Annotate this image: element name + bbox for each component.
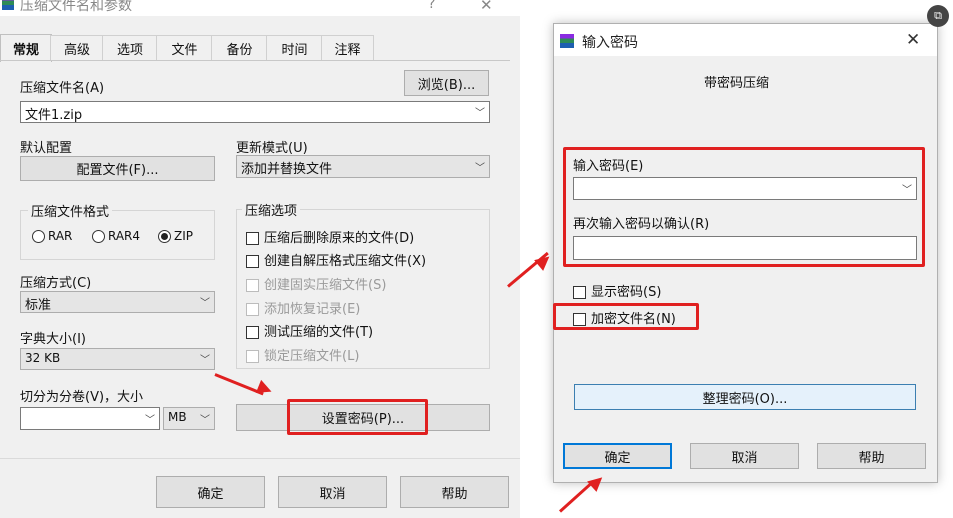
- default-profile-label: 默认配置: [20, 141, 73, 156]
- option-recovery: 添加恢复记录(E): [246, 298, 360, 317]
- chevron-down-icon: ﹀: [200, 354, 210, 366]
- chevron-down-icon: ﹀: [475, 107, 485, 119]
- option-label: 锁定压缩文件(L): [264, 349, 360, 364]
- close-icon[interactable]: ✕: [906, 30, 920, 50]
- split-size-input[interactable]: ﹀: [20, 407, 160, 430]
- chevron-down-icon: ﹀: [475, 162, 485, 174]
- help-icon[interactable]: ?: [428, 0, 435, 12]
- radio-selected-icon: [158, 230, 171, 243]
- method-select[interactable]: 标准 ﹀: [20, 291, 215, 313]
- checkbox-icon: [246, 255, 259, 268]
- tab-backup[interactable]: 备份: [211, 35, 268, 61]
- checkbox-icon: [246, 279, 259, 292]
- help-button[interactable]: 帮助: [400, 476, 509, 508]
- option-label: 测试压缩的文件(T): [264, 325, 374, 340]
- ok-button[interactable]: 确定: [156, 476, 265, 508]
- tab-strip: 常规 高级 选项 文件 备份 时间 注释: [0, 34, 520, 62]
- dict-select[interactable]: 32 KB ﹀: [20, 348, 215, 370]
- winrar-icon: [2, 0, 14, 10]
- archive-name-input[interactable]: 文件1.zip ﹀: [20, 101, 490, 123]
- format-group-title: 压缩文件格式: [28, 201, 113, 220]
- format-radio-rar4[interactable]: RAR4: [92, 229, 140, 244]
- option-label: 压缩后删除原来的文件(D): [264, 231, 415, 246]
- checkbox-icon: [573, 286, 586, 299]
- chevron-down-icon: ﹀: [200, 414, 210, 426]
- update-mode-select[interactable]: 添加并替换文件 ﹀: [236, 155, 490, 178]
- tab-files[interactable]: 文件: [156, 35, 213, 61]
- highlight-password-fields: [563, 147, 925, 267]
- tab-panel-border: [0, 60, 510, 61]
- highlight-set-password: [287, 399, 428, 435]
- archive-name-label: 压缩文件名(A): [20, 81, 105, 96]
- tab-advanced[interactable]: 高级: [50, 35, 104, 61]
- option-solid: 创建固实压缩文件(S): [246, 274, 386, 293]
- option-label: 创建自解压格式压缩文件(X): [264, 254, 427, 269]
- browse-button[interactable]: 浏览(B)...: [404, 70, 489, 96]
- method-value: 标准: [25, 298, 52, 313]
- option-lock: 锁定压缩文件(L): [246, 345, 359, 364]
- profiles-button[interactable]: 配置文件(F)...: [20, 156, 215, 181]
- pwd-cancel-button[interactable]: 取消: [690, 443, 799, 469]
- organize-passwords-button[interactable]: 整理密码(O)...: [574, 384, 916, 410]
- option-label: 添加恢复记录(E): [264, 302, 361, 317]
- pwd-title-bar: 输入密码 ✕: [554, 24, 937, 56]
- update-mode-label: 更新模式(U): [236, 141, 308, 156]
- update-mode-value: 添加并替换文件: [241, 162, 333, 177]
- radio-label: RAR4: [108, 229, 141, 243]
- option-label: 创建固实压缩文件(S): [264, 278, 387, 293]
- dict-value: 32 KB: [25, 351, 61, 365]
- radio-label: ZIP: [174, 229, 193, 243]
- format-radio-zip[interactable]: ZIP: [158, 229, 193, 244]
- radio-icon: [92, 230, 105, 243]
- cancel-button[interactable]: 取消: [278, 476, 387, 508]
- split-label: 切分为分卷(V)，大小: [20, 390, 144, 405]
- option-test[interactable]: 测试压缩的文件(T): [246, 321, 373, 340]
- checkbox-label: 显示密码(S): [591, 285, 662, 300]
- option-delete-after[interactable]: 压缩后删除原来的文件(D): [246, 227, 414, 246]
- split-unit-select[interactable]: MB ﹀: [163, 407, 215, 430]
- bottom-divider: [0, 458, 520, 459]
- dialog-title: 压缩文件名和参数: [20, 0, 132, 14]
- option-create-sfx[interactable]: 创建自解压格式压缩文件(X): [246, 250, 426, 269]
- winrar-icon: [560, 34, 574, 48]
- split-unit-value: MB: [168, 410, 187, 424]
- archive-name-value: 文件1.zip: [25, 108, 83, 123]
- title-bar: 压缩文件名和参数 ? ✕: [0, 0, 520, 16]
- options-group-title: 压缩选项: [242, 200, 301, 219]
- method-label: 压缩方式(C): [20, 276, 92, 291]
- chevron-down-icon: ﹀: [145, 414, 155, 426]
- close-icon[interactable]: ✕: [480, 0, 493, 14]
- radio-icon: [32, 230, 45, 243]
- dict-label: 字典大小(I): [20, 332, 86, 347]
- show-password-checkbox[interactable]: 显示密码(S): [573, 281, 661, 300]
- tab-options[interactable]: 选项: [102, 35, 158, 61]
- radio-label: RAR: [48, 229, 73, 243]
- checkbox-icon: [246, 350, 259, 363]
- pwd-help-button[interactable]: 帮助: [817, 443, 926, 469]
- checkbox-icon: [246, 326, 259, 339]
- tab-comment[interactable]: 注释: [321, 35, 374, 61]
- arrowhead-icon: [534, 251, 554, 271]
- tab-time[interactable]: 时间: [266, 35, 323, 61]
- pwd-ok-button[interactable]: 确定: [563, 443, 672, 469]
- pwd-subtitle: 带密码压缩: [704, 76, 770, 91]
- chevron-down-icon: ﹀: [200, 297, 210, 309]
- archive-params-dialog: 压缩文件名和参数 ? ✕ 常规 高级 选项 文件 备份 时间 注释 压缩文件名(…: [0, 0, 520, 518]
- checkbox-icon: [246, 232, 259, 245]
- checkbox-icon: [246, 303, 259, 316]
- pwd-dialog-title: 输入密码: [582, 35, 638, 51]
- format-radio-rar[interactable]: RAR: [32, 229, 72, 244]
- highlight-encrypt-filenames: [553, 303, 699, 330]
- tab-general[interactable]: 常规: [0, 34, 52, 62]
- arrow-to-ok: [558, 480, 594, 513]
- corner-tool-icon[interactable]: ⧉: [927, 5, 949, 27]
